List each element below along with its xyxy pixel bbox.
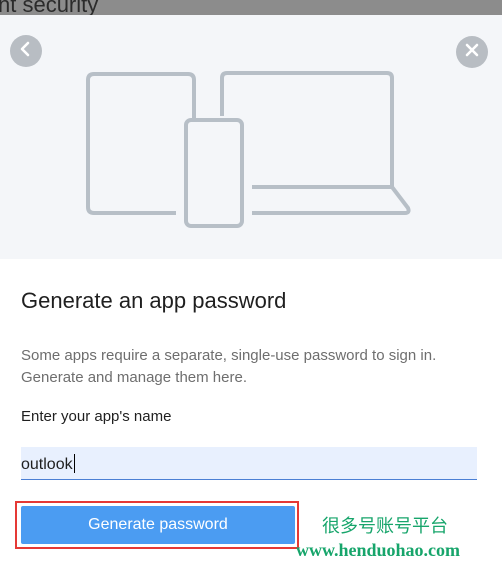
dialog-hero — [0, 15, 502, 259]
app-name-input[interactable]: outlook — [21, 447, 477, 480]
generate-password-button[interactable]: Generate password — [21, 506, 295, 544]
chevron-left-icon — [18, 41, 34, 62]
app-name-value: outlook — [21, 454, 75, 473]
devices-icon — [80, 70, 416, 235]
background-page-title: nt security — [0, 0, 99, 15]
text-caret — [73, 454, 75, 473]
dialog-description: Some apps require a separate, single-use… — [21, 347, 437, 386]
app-name-label: Enter your app's name — [21, 408, 172, 425]
dialog-title: Generate an app password — [21, 288, 287, 313]
back-button[interactable] — [10, 35, 42, 67]
background-page-strip: nt security — [0, 0, 502, 15]
watermark-url: www.henduohao.com — [296, 540, 461, 560]
watermark-text: 很多号账号平台 — [322, 516, 448, 537]
close-button[interactable] — [456, 36, 488, 68]
close-icon — [464, 42, 480, 63]
